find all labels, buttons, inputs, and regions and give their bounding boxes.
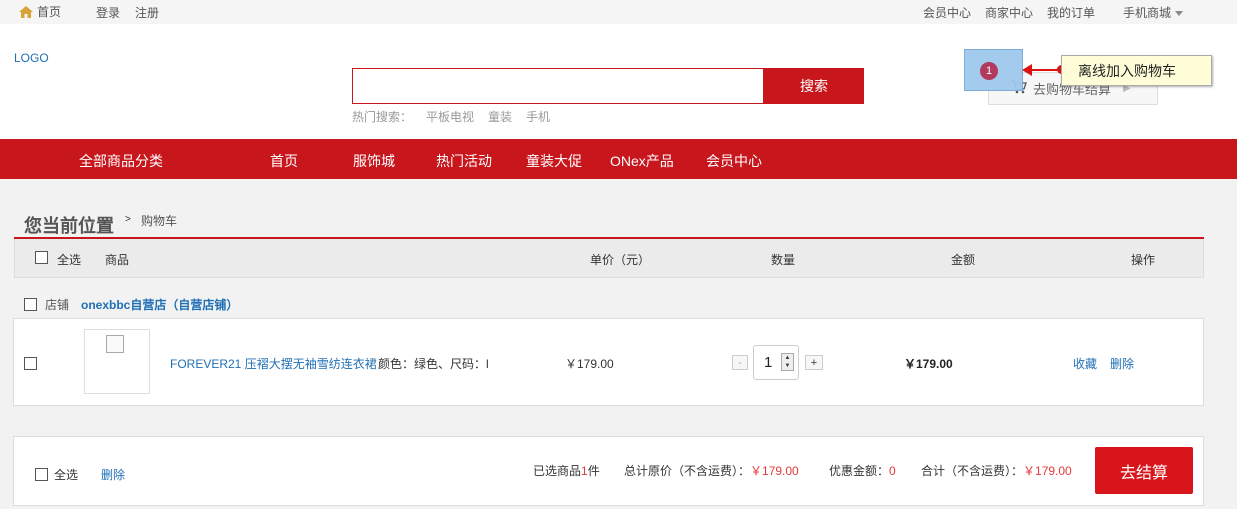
delete-item-link[interactable]: 删除: [1110, 355, 1134, 372]
grand-total: 合计（不含运费）：￥179.00: [921, 462, 1072, 479]
qty-decrease-button[interactable]: -: [732, 355, 748, 370]
total-original-price: 总计原价（不含运费）：￥179.00: [624, 462, 799, 479]
footer-delete-link[interactable]: 删除: [101, 466, 125, 483]
main-nav: 全部商品分类 首页 服饰城 热门活动 童装大促 ONex产品 会员中心: [0, 139, 1237, 179]
mobile-mall-label: 手机商城: [1123, 6, 1172, 20]
unit-price: ￥179.00: [565, 357, 614, 371]
breadcrumb-separator: >: [125, 214, 131, 225]
my-orders-link[interactable]: 我的订单: [1047, 4, 1095, 21]
col-quantity: 数量: [771, 253, 796, 267]
nav-item-hot-events[interactable]: 热门活动: [436, 151, 492, 171]
product-spec: 颜色：绿色、尺码：l: [378, 357, 489, 371]
login-link[interactable]: 登录: [96, 4, 120, 21]
shop-name-link[interactable]: onexbbc自营店（自营店铺）: [81, 296, 238, 313]
register-link[interactable]: 注册: [135, 4, 159, 21]
selected-count-value: 1: [581, 464, 588, 478]
col-action: 操作: [1131, 253, 1156, 267]
selected-suffix: 件: [587, 464, 600, 478]
discount-label: 优惠金额：: [829, 464, 890, 478]
col-amount: 金额: [951, 253, 976, 267]
sum-label: 合计（不含运费）：: [921, 464, 1024, 478]
chevron-down-icon: [1175, 11, 1184, 17]
mobile-mall-menu[interactable]: 手机商城: [1123, 4, 1184, 21]
breadcrumb-current: 购物车: [141, 214, 178, 228]
search-input[interactable]: [352, 68, 764, 104]
breadcrumb-title: 您当前位置: [24, 216, 114, 236]
hot-term[interactable]: 手机: [526, 108, 550, 125]
nav-item-onex[interactable]: ONex产品: [610, 151, 674, 171]
nav-item-apparel[interactable]: 服饰城: [353, 151, 395, 171]
footer-select-all-label: 全选: [54, 468, 79, 482]
home-link-label: 首页: [37, 5, 62, 19]
home-link[interactable]: 首页: [19, 3, 61, 20]
total-value: ￥179.00: [750, 464, 799, 478]
hot-term[interactable]: 平板电视: [426, 108, 474, 125]
nav-item-member[interactable]: 会员中心: [706, 151, 762, 171]
hot-search-label: 热门搜索：: [352, 110, 413, 124]
search-button[interactable]: 搜索: [764, 68, 864, 104]
col-product: 商品: [105, 253, 130, 267]
callout-arrow-icon: [1022, 64, 1032, 76]
product-name-link[interactable]: FOREVER21 压褶大摆无袖雪纺连衣裙: [170, 355, 377, 372]
product-thumbnail[interactable]: [84, 329, 150, 394]
item-checkbox[interactable]: [24, 357, 37, 370]
hot-search: 热门搜索： 平板电视 童装 手机: [352, 108, 550, 125]
qty-increase-button[interactable]: +: [805, 355, 823, 370]
member-center-link[interactable]: 会员中心: [923, 4, 971, 21]
home-icon: [19, 5, 33, 18]
callout-tooltip: 离线加入购物车: [1061, 55, 1212, 86]
logo[interactable]: LOGO: [14, 51, 49, 65]
broken-image-icon: [106, 335, 124, 353]
discount-value: 0: [889, 464, 896, 478]
footer-select-all-checkbox[interactable]: [35, 468, 48, 481]
total-label: 总计原价（不含运费）：: [624, 464, 751, 478]
cart-table-header: 全选 商品 单价（元） 数量 金额 操作: [14, 239, 1204, 278]
shop-label: 店铺: [45, 298, 70, 312]
select-all-label: 全选: [57, 253, 82, 267]
hot-term[interactable]: 童装: [488, 108, 512, 125]
shop-row: 店铺 onexbbc自营店（自营店铺）: [24, 296, 238, 313]
selected-count: 已选商品1件: [533, 462, 600, 479]
merchant-center-link[interactable]: 商家中心: [985, 4, 1033, 21]
discount-amount: 优惠金额：0: [829, 462, 896, 479]
item-amount: ￥179.00: [904, 357, 953, 371]
nav-all-categories[interactable]: 全部商品分类: [79, 151, 163, 171]
favorite-link[interactable]: 收藏: [1073, 355, 1097, 372]
nav-item-kids-sale[interactable]: 童装大促: [526, 151, 582, 171]
selected-prefix: 已选商品: [533, 464, 582, 478]
shop-checkbox[interactable]: [24, 298, 37, 311]
top-bar: 首页 登录 注册 会员中心 商家中心 我的订单 手机商城: [0, 0, 1237, 24]
nav-item-home[interactable]: 首页: [270, 151, 298, 171]
step-badge: 1: [980, 62, 998, 80]
sum-value: ￥179.00: [1023, 464, 1072, 478]
qty-spinner-icon[interactable]: ▲ ▼: [781, 353, 794, 371]
select-all-checkbox[interactable]: [35, 251, 48, 264]
footer-select-all[interactable]: 全选: [35, 466, 78, 483]
qty-value: 1: [764, 354, 773, 371]
checkout-button[interactable]: 去结算: [1095, 447, 1193, 494]
col-unit-price: 单价（元）: [590, 253, 651, 267]
